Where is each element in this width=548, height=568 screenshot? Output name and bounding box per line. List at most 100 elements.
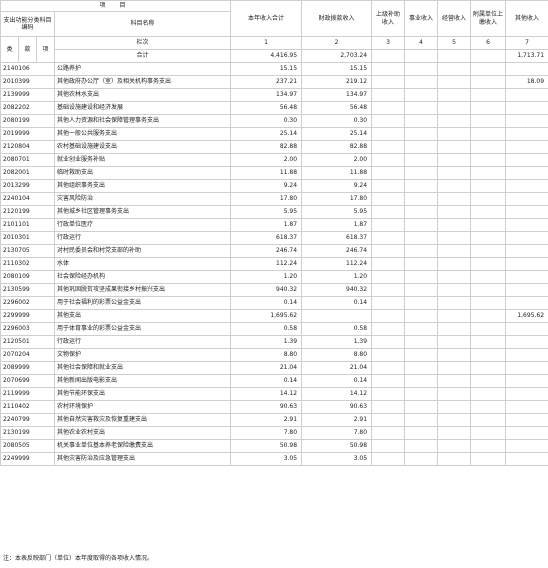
affiliated-remit-value (470, 205, 507, 219)
table-row: 2130599 其他巩固脱贫攻坚成果衔接乡村振兴支出 940.32 940.32 (0, 283, 548, 297)
fiscal-grant-value: 90.63 (301, 400, 373, 414)
subject-name: 其他政府办公厅（室）及相关机构事务支出 (53, 75, 232, 89)
affiliated-remit-value (470, 231, 507, 245)
other-income-value (505, 400, 548, 414)
business-income-value (404, 426, 439, 440)
project-title: 项 目 (0, 0, 232, 12)
subject-name: 其他巩固脱贫攻坚成果衔接乡村振兴支出 (53, 283, 232, 297)
income-table-sheet: 项 目 本年收入合计 财政拨款收入 上级补助收入 事业收入 经营收入 附属单位上… (0, 0, 548, 568)
other-income-value (505, 413, 548, 427)
other-income-value (505, 361, 548, 375)
fiscal-grant-value: 8.80 (301, 348, 373, 362)
total-row: 合计 4,416.95 2,703.24 1,713.71 (1, 49, 548, 63)
table-row: 2019999 其他一般公共服务支出 25.14 25.14 (0, 127, 548, 141)
affiliated-remit-value (470, 75, 507, 89)
superior-subsidy-value (371, 101, 406, 115)
other-income-value (505, 322, 548, 336)
other-income-value (505, 439, 548, 453)
table-row: 2082202 基础设施建设和经济发展 56.48 56.48 (0, 101, 548, 115)
function-code: 2089999 (0, 361, 55, 375)
total-income-value: 82.88 (230, 140, 303, 154)
total-income-value: 2.91 (230, 413, 303, 427)
other-income-value (505, 88, 548, 102)
col-header-fiscal-grant: 财政拨款收入 (301, 0, 373, 37)
col-number: 6 (470, 36, 507, 50)
function-code: 2240104 (0, 192, 55, 206)
kuan-label: 款 (18, 36, 37, 63)
table-row: 2120501 行政运行 1.39 1.39 (0, 335, 548, 349)
total-income-value: 237.21 (230, 75, 303, 89)
operating-income-value (437, 452, 472, 466)
other-income-value (505, 335, 548, 349)
business-income-value (404, 205, 439, 219)
other-income-value (505, 101, 548, 115)
affiliated-remit-value (470, 283, 507, 297)
superior-subsidy-value (371, 179, 406, 193)
fiscal-grant-value: 134.97 (301, 88, 373, 102)
col-number: 5 (437, 36, 472, 50)
subject-name: 其他城乡社区管理事务支出 (53, 205, 232, 219)
total-value: 1,713.71 (505, 49, 548, 63)
total-income-value: 50.98 (230, 439, 303, 453)
affiliated-remit-value (470, 452, 507, 466)
total-income-value: 21.04 (230, 361, 303, 375)
other-income-value (505, 257, 548, 271)
affiliated-remit-value (470, 270, 507, 284)
fiscal-grant-value: 15.15 (301, 62, 373, 76)
col-header-operating-income: 经营收入 (437, 0, 472, 37)
function-code: 2240799 (0, 413, 55, 427)
subject-name: 其他灾害防治及应急管理支出 (53, 452, 232, 466)
table-row: 2070204 文物保护 8.80 8.80 (0, 348, 548, 362)
total-income-value: 0.14 (230, 296, 303, 310)
other-income-value (505, 244, 548, 258)
business-income-value (404, 348, 439, 362)
subject-name: 其他人力资源和社会保障管理事务支出 (53, 114, 232, 128)
business-income-value (404, 270, 439, 284)
fiscal-grant-value: 246.74 (301, 244, 373, 258)
affiliated-remit-value (470, 348, 507, 362)
operating-income-value (437, 413, 472, 427)
function-code: 2082202 (0, 101, 55, 115)
operating-income-value (437, 296, 472, 310)
business-income-value (404, 296, 439, 310)
business-income-value (404, 140, 439, 154)
affiliated-remit-value (470, 218, 507, 232)
fiscal-grant-value: 11.88 (301, 166, 373, 180)
affiliated-remit-value (470, 101, 507, 115)
other-income-value (505, 348, 548, 362)
subject-name: 用于体育事业的彩票公益金支出 (53, 322, 232, 336)
business-income-value (404, 231, 439, 245)
affiliated-remit-value (470, 114, 507, 128)
function-code: 2070204 (0, 348, 55, 362)
affiliated-remit-value (470, 361, 507, 375)
operating-income-value (437, 335, 472, 349)
operating-income-value (437, 140, 472, 154)
function-code: 2010399 (0, 75, 55, 89)
function-code: 2080505 (0, 439, 55, 453)
superior-subsidy-value (371, 452, 406, 466)
superior-subsidy-value (371, 62, 406, 76)
business-income-value (404, 374, 439, 388)
affiliated-remit-value (470, 244, 507, 258)
table-row: 2120804 农村基础设施建设支出 82.88 82.88 (0, 140, 548, 154)
operating-income-value (437, 374, 472, 388)
total-income-value: 1.39 (230, 335, 303, 349)
total-income-value: 15.15 (230, 62, 303, 76)
table-row: 2240104 灾害风险防治 17.80 17.80 (0, 192, 548, 206)
total-income-value: 246.74 (230, 244, 303, 258)
total-income-value: 14.12 (230, 387, 303, 401)
col-header-subject-name: 科目名称 (53, 11, 232, 37)
business-income-value (404, 309, 439, 323)
affiliated-remit-value (470, 296, 507, 310)
total-income-value: 17.80 (230, 192, 303, 206)
table-row: 2010399 其他政府办公厅（室）及相关机构事务支出 237.21 219.12 18… (0, 75, 548, 89)
affiliated-remit-value (470, 62, 507, 76)
affiliated-remit-value (470, 400, 507, 414)
total-income-value: 11.88 (230, 166, 303, 180)
operating-income-value (437, 153, 472, 167)
other-income-value: 18.09 (505, 75, 548, 89)
other-income-value (505, 283, 548, 297)
function-code: 2013299 (0, 179, 55, 193)
footnote: 注：本表反映部门（单位）本年度取得的各项收入情况。 (3, 555, 154, 562)
other-income-value (505, 231, 548, 245)
